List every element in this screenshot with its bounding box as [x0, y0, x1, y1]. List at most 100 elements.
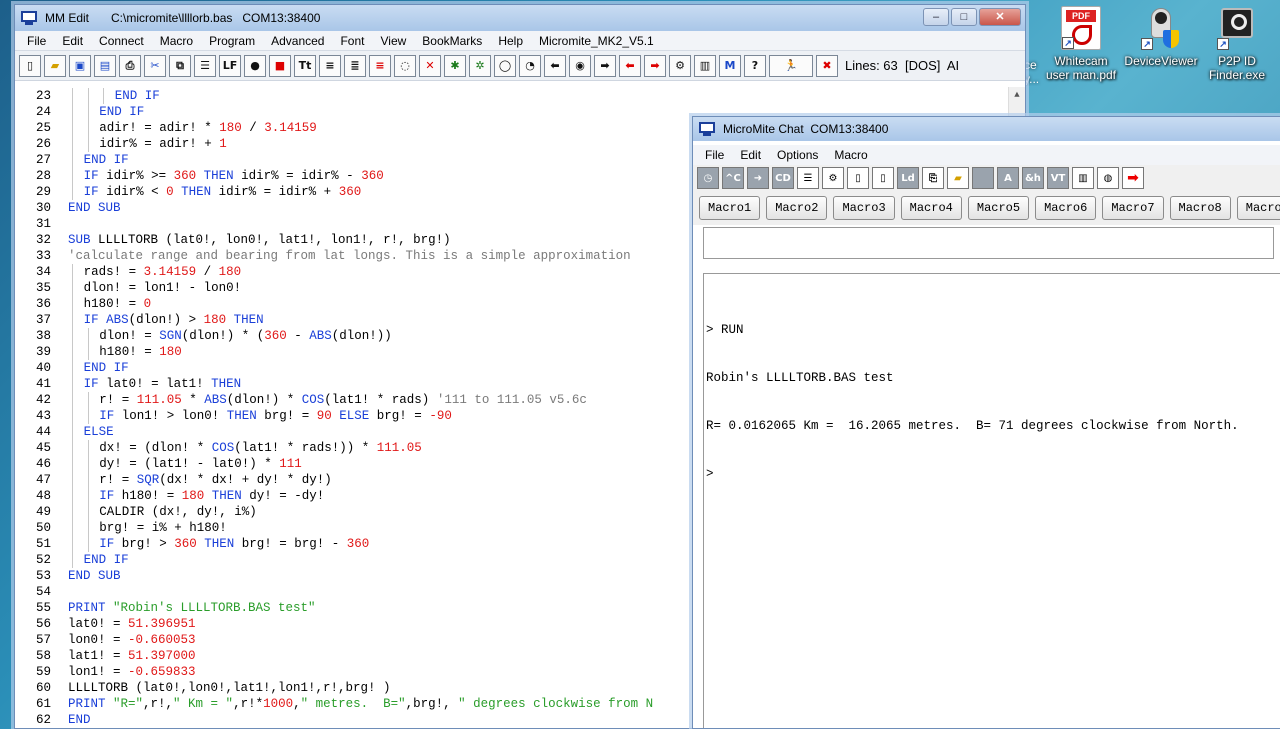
send-arrow-icon[interactable]: ➜: [747, 167, 769, 189]
desktop-icon-deviceviewer[interactable]: ↗ DeviceViewer: [1124, 6, 1198, 68]
macro-button-5[interactable]: Macro5: [967, 196, 1030, 220]
arrow-right-red-icon[interactable]: ➡: [1122, 167, 1144, 189]
list-icon[interactable]: ☰: [194, 54, 216, 77]
close-file-icon[interactable]: ✖: [816, 54, 838, 77]
editor-titlebar[interactable]: MM Edit C:\micromite\llllorb.bas COM13:3…: [15, 5, 1025, 31]
desktop-icon-label-2: Finder.exe: [1208, 68, 1266, 82]
chat-titlebar[interactable]: MicroMite Chat COM13:38400: [693, 117, 1280, 141]
menu-help[interactable]: Help: [490, 31, 531, 51]
macro-button-2[interactable]: Macro2: [766, 196, 828, 220]
save-as-icon[interactable]: ▤: [94, 54, 116, 77]
line-feed-icon[interactable]: LF: [219, 54, 241, 77]
comment-icon[interactable]: ◯: [494, 54, 516, 77]
vt-icon[interactable]: VT: [1047, 167, 1069, 189]
antenna-icon[interactable]: ◍: [1097, 167, 1119, 189]
outdent-icon[interactable]: ≣: [344, 54, 366, 77]
maximize-button[interactable]: □: [951, 8, 977, 26]
text-case-icon[interactable]: Tt: [294, 54, 316, 77]
code-token: (dlon!) *: [226, 393, 302, 407]
macro-button-4[interactable]: Macro4: [900, 196, 962, 220]
new-file-icon[interactable]: ▯: [19, 54, 41, 77]
indent-icon[interactable]: ≡: [319, 54, 341, 77]
arrow-left-red-icon[interactable]: ⬅: [619, 54, 641, 77]
chat-menu-macro[interactable]: Macro: [826, 145, 875, 165]
macro-button-7[interactable]: Macro7: [1102, 196, 1164, 220]
send-input[interactable]: [703, 227, 1274, 259]
gear-icon[interactable]: ⚙: [669, 54, 691, 77]
open-folder-icon[interactable]: ▰: [44, 54, 66, 77]
chat-menu-options[interactable]: Options: [769, 145, 826, 165]
line-number: 35: [35, 281, 51, 295]
bug-icon[interactable]: ✱: [444, 54, 466, 77]
gear-icon[interactable]: ⚙: [822, 167, 844, 189]
help-icon[interactable]: ?: [744, 54, 766, 77]
ctrl-c-icon[interactable]: ^C: [722, 167, 744, 189]
format-icon[interactable]: ≡: [369, 54, 391, 77]
new-page-icon[interactable]: ▯: [872, 167, 894, 189]
record-icon[interactable]: ◉: [569, 54, 591, 77]
menu-view[interactable]: View: [372, 31, 414, 51]
chat-bubble-icon[interactable]: ◌: [394, 54, 416, 77]
code-token: END SUB: [68, 569, 121, 583]
menu-program[interactable]: Program: [201, 31, 263, 51]
close-button[interactable]: ✕: [979, 8, 1021, 26]
hex-icon[interactable]: &h: [1022, 167, 1044, 189]
menu-bookmarks[interactable]: BookMarks: [414, 31, 490, 51]
arrow-left-icon[interactable]: ⬅: [544, 54, 566, 77]
page-icon[interactable]: ▯: [847, 167, 869, 189]
open-folder-icon[interactable]: ▰: [947, 167, 969, 189]
capture-icon[interactable]: ⎘: [922, 167, 944, 189]
menu-advanced[interactable]: Advanced: [263, 31, 332, 51]
run-icon[interactable]: 🏃: [769, 54, 813, 77]
macro-button-8[interactable]: Macro8: [1169, 196, 1231, 220]
macro-button-3[interactable]: Macro3: [833, 196, 895, 220]
code-token: "Robin's LLLLTORB.BAS test": [105, 601, 316, 615]
cut-icon[interactable]: ✂: [144, 54, 166, 77]
uncomment-icon[interactable]: ◔: [519, 54, 541, 77]
menu-font[interactable]: Font: [332, 31, 372, 51]
scroll-up-icon[interactable]: ▲: [1009, 87, 1025, 104]
clock-icon[interactable]: ◷: [697, 167, 719, 189]
chat-menu-file[interactable]: File: [697, 145, 732, 165]
macro-button-1[interactable]: Macro1: [699, 196, 761, 220]
minimize-button[interactable]: –: [923, 8, 949, 26]
pin-icon[interactable]: ●: [244, 54, 266, 77]
copy-icon[interactable]: ⧉: [169, 54, 191, 77]
port-label: COM13:38400: [242, 11, 321, 25]
arrow-right-icon[interactable]: ➡: [594, 54, 616, 77]
load-icon[interactable]: Ld: [897, 167, 919, 189]
code-token: 360: [173, 169, 197, 183]
menu-file[interactable]: File: [19, 31, 54, 51]
cancel-icon[interactable]: ✕: [419, 54, 441, 77]
stop-marker-icon[interactable]: ■: [269, 54, 291, 77]
split-view-icon[interactable]: ▥: [694, 54, 716, 77]
code-token: 'calculate range and bearing from lat lo…: [68, 249, 631, 263]
print-icon[interactable]: ⎙: [119, 54, 141, 77]
macro-button-9[interactable]: Macro9: [1236, 196, 1280, 220]
desktop-icon-p2p-id-finder[interactable]: ↗ P2P ID Finder.exe: [1200, 6, 1274, 82]
chat-menu-edit[interactable]: Edit: [732, 145, 769, 165]
desktop-icon-whitecam-pdf[interactable]: PDF ↗ Whitecam user man.pdf: [1044, 6, 1118, 82]
desktop-icon-partial-label[interactable]: ce y...: [1024, 58, 1046, 86]
macro-button-6[interactable]: Macro6: [1035, 196, 1097, 220]
menu-micromite-version[interactable]: Micromite_MK2_V5.1: [531, 31, 662, 51]
code-line[interactable]: 23 END IF: [15, 88, 1005, 104]
code-text: dlon! = lon1! - lon0!: [84, 280, 242, 296]
font-a-icon[interactable]: A: [997, 167, 1019, 189]
micromite-icon[interactable]: M: [719, 54, 741, 77]
blank-icon[interactable]: [972, 167, 994, 189]
arrow-right-red-icon[interactable]: ➡: [644, 54, 666, 77]
menu-connect[interactable]: Connect: [91, 31, 152, 51]
terminal-output[interactable]: > RUN Robin's LLLLTORB.BAS test R= 0.016…: [703, 273, 1280, 728]
indent-guide: [72, 488, 73, 504]
split-view-icon[interactable]: ▥: [1072, 167, 1094, 189]
menu-macro[interactable]: Macro: [152, 31, 201, 51]
code-token: 0: [143, 297, 152, 311]
save-icon[interactable]: ▣: [69, 54, 91, 77]
menu-edit[interactable]: Edit: [54, 31, 91, 51]
shortcut-arrow-icon: ↗: [1062, 37, 1074, 49]
status-line-count: Lines: 63 [DOS] AI: [845, 58, 960, 73]
cd-icon[interactable]: CD: [772, 167, 794, 189]
bug-red-icon[interactable]: ✲: [469, 54, 491, 77]
list-icon[interactable]: ☰: [797, 167, 819, 189]
